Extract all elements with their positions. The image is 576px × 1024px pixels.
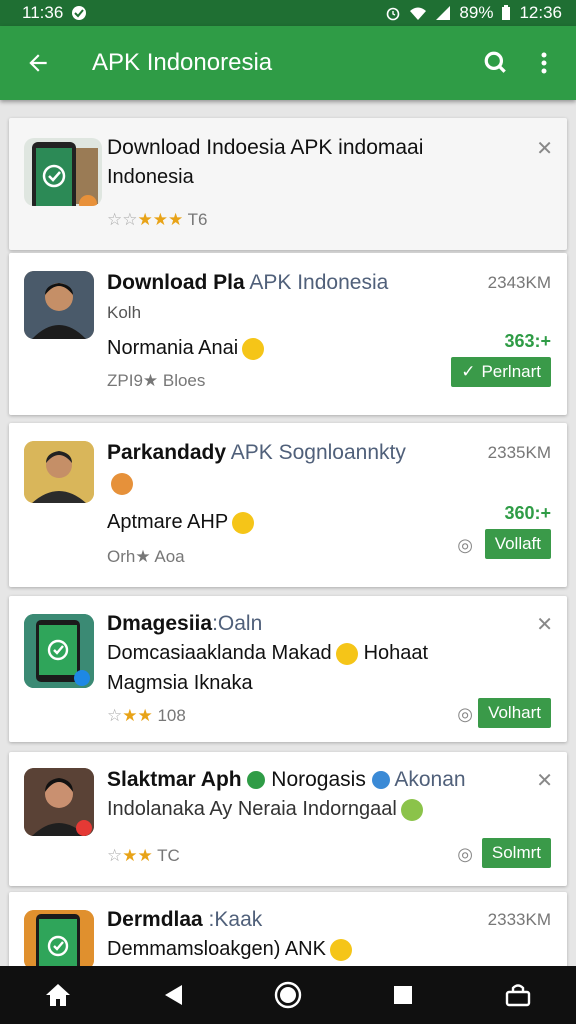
install-icon: ✓ [461,362,476,381]
alarm-icon [385,5,401,21]
close-icon[interactable]: ✕ [536,136,553,161]
app-title: Slaktmar Aph Norogasis Akonan [107,768,466,791]
smiley-icon [400,798,423,821]
rating: ☆★★ 108 [107,706,186,725]
app-bar: APK Indonoresia [0,26,576,100]
recents-icon [394,986,413,1004]
app-thumbnail [24,768,94,836]
install-button[interactable]: Solmrt [481,838,551,868]
install-button[interactable]: Vollaft [484,529,551,559]
signal-icon [435,5,451,21]
battery-icon [501,5,511,21]
file-size: 2335KM [487,443,551,462]
smiley-icon [232,511,255,534]
home-button[interactable] [30,967,86,1023]
recents-button[interactable] [375,967,431,1023]
app-list[interactable]: Download Indoesia APK indomaai Indonesia… [0,100,576,966]
app-thumbnail [24,614,94,688]
file-size: 2333KM [487,910,551,929]
smiley-icon [335,642,358,665]
keyboard-button[interactable] [490,967,546,1023]
clock-left: 11:36 [22,3,64,22]
clock-right: 12:36 [519,3,562,22]
app-thumbnail [24,910,94,966]
app-description-line2: Magmsia Iknaka [107,672,253,694]
more-options-button[interactable] [520,35,568,91]
search-button[interactable] [472,35,520,91]
rating: Orh★ Aoa [107,547,185,566]
battery-level: 89% [459,3,494,22]
list-item[interactable]: Dermdlaa :Kaak 2333KM Demmamsloakgen) AN… [9,892,567,966]
shield-icon: ◎ [457,844,473,864]
app-title: Dermdlaa :Kaak [107,908,263,931]
install-button[interactable]: Volhart [478,698,551,728]
app-thumbnail [24,271,94,339]
close-icon[interactable]: ✕ [536,612,553,637]
app-title: Parkandady APK Sognloannkty [107,441,406,464]
status-bar: 11:36 89% 12:36 [0,0,576,26]
wifi-icon [409,5,427,21]
install-button[interactable]: ✓ Perlnart [451,357,551,387]
notification-icon [71,5,87,21]
list-item[interactable]: Parkandady APK Sognloannkty 2335KM Aptma… [9,423,567,587]
rating: ☆☆★★★ T6 [107,210,208,229]
app-title-line2: Indonesia [107,166,194,188]
app-description: Domcasiaaklanda Makad Hohaat [107,642,429,665]
arrow-left-icon [29,54,47,72]
nav-back-icon [164,985,182,1005]
close-icon[interactable]: ✕ [536,768,553,793]
page-title: APK Indonoresia [92,49,273,76]
smiley-icon [242,337,265,360]
back-button[interactable] [10,35,66,91]
rating: ZPI9★ Bloes [107,371,206,390]
shield-icon: ◎ [457,535,473,555]
nav-home-icon [274,981,302,1009]
nav-back-button[interactable] [145,967,201,1023]
home-icon [45,984,70,1006]
app-description: Demmamsloakgen) ANK [107,938,352,961]
app-title: Download Pla APK Indonesia [107,271,389,294]
more-vert-icon [541,52,547,74]
list-item[interactable]: Dmagesiia:Oaln ✕ Domcasiaaklanda Makad Ho… [9,596,567,742]
keyboard-icon [506,984,531,1007]
app-thumbnail [24,441,94,503]
developer: Kolh [107,303,142,322]
verified-icon [247,771,266,790]
shield-icon: ◎ [457,704,473,724]
app-description: Indolanaka Ay Neraia Indorngaal [107,798,423,821]
rating: ☆★★ TC [107,846,180,865]
list-item[interactable]: Download Indoesia APK indomaai Indonesia… [9,118,567,250]
list-item[interactable]: Download Pla APK Indonesia 2343KM Kolh N… [9,253,567,415]
app-description: Normania Anai [107,337,265,360]
verified-blue-icon [371,771,390,790]
nav-home-button[interactable] [260,967,316,1023]
download-count: 360:+ [504,503,551,523]
file-size: 2343KM [487,273,551,292]
system-nav-bar [0,966,576,1024]
app-title: Download Indoesia APK indomaai [107,136,424,159]
download-count: 363:+ [504,331,551,351]
app-description: Aptmare AHP [107,511,255,534]
search-icon [484,51,506,73]
app-thumbnail [24,138,102,206]
list-item[interactable]: Slaktmar Aph Norogasis Akonan ✕ Indolana… [9,752,567,886]
pin-icon [111,473,133,495]
smiley-icon [329,938,352,961]
app-title: Dmagesiia:Oaln [107,612,263,635]
